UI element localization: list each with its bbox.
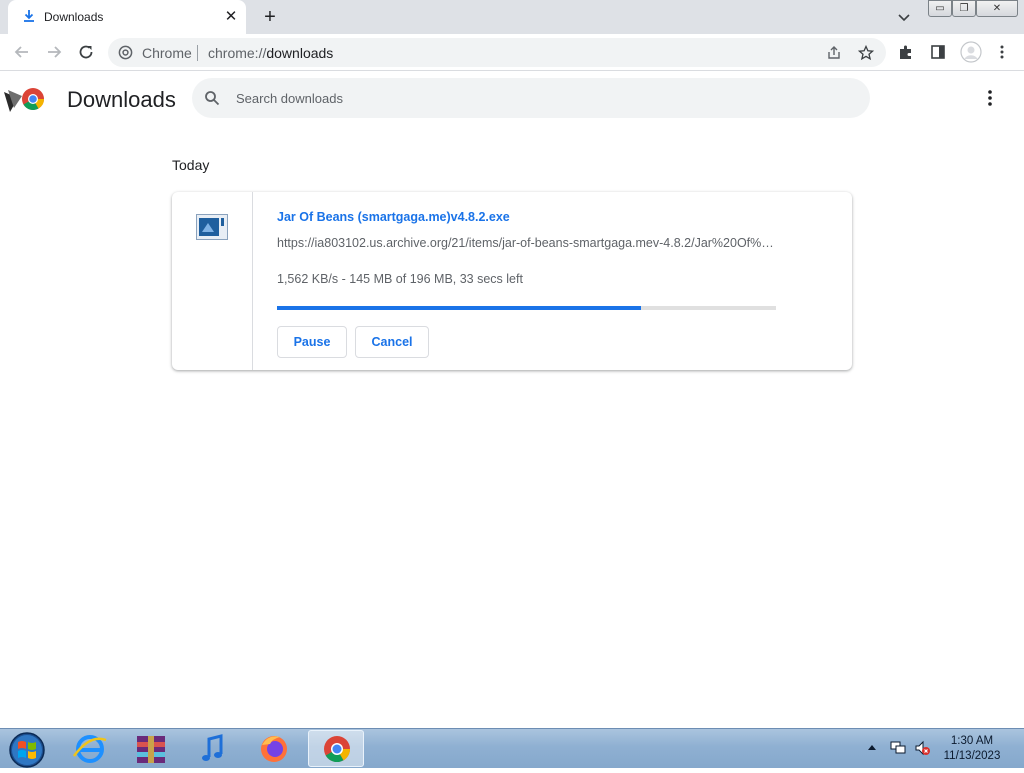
pause-button[interactable]: Pause <box>277 326 347 358</box>
clock-time: 1:30 AM <box>950 735 994 747</box>
file-icon-column <box>172 192 253 370</box>
download-progress-bar <box>277 306 776 310</box>
date-header: Today <box>172 157 210 173</box>
tab-close-icon[interactable]: ✕ <box>222 8 240 26</box>
progress-fill <box>277 306 642 310</box>
restore-button[interactable]: ❐ <box>952 0 976 17</box>
show-hidden-icons-icon[interactable] <box>866 740 878 756</box>
downloads-toolbar: Downloads <box>0 72 1024 128</box>
tab-downloads[interactable]: Downloads ✕ <box>8 0 246 34</box>
window-controls: ▭ ❐ ✕ <box>928 0 1018 18</box>
back-icon[interactable] <box>12 42 32 62</box>
more-actions-icon[interactable] <box>980 88 1000 108</box>
close-window-button[interactable]: ✕ <box>976 0 1018 17</box>
tab-search-icon[interactable] <box>896 9 912 25</box>
chrome-menu-icon[interactable] <box>994 44 1010 60</box>
chrome-logo <box>4 88 44 112</box>
download-item: Jar Of Beans (smartgaga.me)v4.8.2.exe ht… <box>172 192 852 370</box>
reload-icon[interactable] <box>76 42 96 62</box>
extensions-icon[interactable] <box>898 44 914 60</box>
forward-icon[interactable] <box>44 42 64 62</box>
profile-icon[interactable] <box>960 41 982 63</box>
url-text[interactable]: chrome://downloads <box>208 45 333 61</box>
tab-title: Downloads <box>44 10 104 24</box>
cancel-button[interactable]: Cancel <box>355 326 429 358</box>
download-icon <box>24 10 34 22</box>
chrome-icon[interactable] <box>308 730 364 767</box>
side-panel-icon[interactable] <box>930 44 946 60</box>
windows-taskbar: 1:30 AM 11/13/2023 <box>0 728 1024 768</box>
chrome-site-icon <box>118 45 133 60</box>
file-source-url[interactable]: https://ia803102.us.archive.org/21/items… <box>277 236 777 250</box>
network-icon[interactable] <box>890 740 906 756</box>
browser-toolbar: Chrome chrome://downloads <box>0 34 1024 71</box>
new-tab-button[interactable]: + <box>260 7 280 27</box>
tab-strip: Downloads ✕ + ▭ ❐ ✕ <box>0 0 1024 34</box>
search-downloads-input[interactable] <box>236 89 836 107</box>
exe-file-icon <box>196 214 228 240</box>
minimize-button[interactable]: ▭ <box>928 0 952 17</box>
share-icon[interactable] <box>826 45 842 61</box>
search-downloads-box[interactable] <box>192 78 870 118</box>
winrar-icon[interactable] <box>123 730 179 767</box>
page-title: Downloads <box>67 87 176 112</box>
star-icon[interactable] <box>858 45 874 61</box>
firefox-icon[interactable] <box>246 730 302 767</box>
clock-date: 11/13/2023 <box>943 750 1001 762</box>
omnibox-divider <box>197 45 198 61</box>
volume-muted-icon[interactable] <box>914 740 930 756</box>
address-bar[interactable]: Chrome chrome://downloads <box>108 38 886 67</box>
file-name-link[interactable]: Jar Of Beans (smartgaga.me)v4.8.2.exe <box>277 210 510 224</box>
download-status: 1,562 KB/s - 145 MB of 196 MB, 33 secs l… <box>277 272 523 286</box>
site-label: Chrome <box>142 45 192 61</box>
internet-explorer-icon[interactable] <box>62 730 118 767</box>
taskbar-clock[interactable]: 1:30 AM 11/13/2023 <box>934 734 1010 764</box>
start-orb[interactable] <box>6 731 48 769</box>
itunes-icon[interactable] <box>185 730 241 767</box>
search-icon <box>205 91 220 106</box>
